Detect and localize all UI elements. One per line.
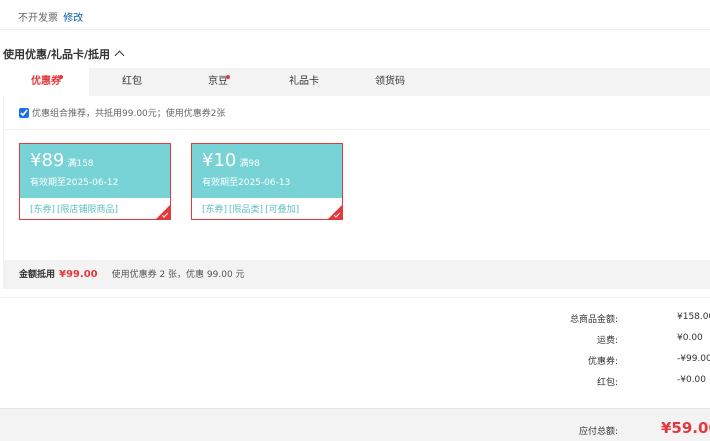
tab-label: 礼品卡 — [289, 76, 319, 87]
coupon-tags: [东券] [限店铺限商品] — [20, 198, 170, 215]
total-row-red-packet: 红包: -¥0.00 — [0, 375, 710, 395]
coupon-tag: [东券] — [30, 205, 56, 215]
tab-jd-beans[interactable]: 京豆 — [175, 68, 261, 96]
coupon-tag: [东券] — [202, 205, 228, 215]
coupon-amount: ¥89 — [30, 150, 65, 171]
discount-tabs: 优惠券 红包 京豆 礼品卡 领货码 — [3, 68, 710, 96]
coupon-header: ¥89 满158 有效期至2025-06-12 — [20, 144, 170, 198]
section-title: 使用优惠/礼品卡/抵用 — [3, 48, 111, 61]
coupon-header: ¥10 满98 有效期至2025-06-13 — [192, 144, 342, 198]
tab-gift-card[interactable]: 礼品卡 — [261, 68, 347, 96]
divider — [0, 29, 710, 30]
tab-label: 领货码 — [375, 76, 405, 87]
tab-coupons[interactable]: 优惠券 — [3, 68, 89, 96]
discount-section-toggle[interactable]: 使用优惠/礼品卡/抵用 — [3, 46, 125, 62]
total-label: 红包: — [596, 378, 618, 388]
total-label: 优惠券: — [587, 357, 618, 367]
divider — [4, 129, 710, 130]
coupon-valid-date: 有效期至2025-06-13 — [202, 178, 291, 188]
tab-label: 优惠券 — [31, 76, 61, 87]
coupon-tag: [限店铺限商品] — [57, 205, 119, 215]
coupon-condition: 满98 — [239, 159, 260, 169]
coupon-amount: ¥10 — [202, 150, 237, 171]
payable-label: 应付总额: — [578, 427, 618, 437]
summary-amount: ¥99.00 — [59, 269, 98, 280]
summary-label: 金额抵用 — [19, 270, 56, 280]
tab-redeem-code[interactable]: 领货码 — [347, 68, 433, 96]
divider — [0, 297, 710, 298]
tab-label: 京豆 — [208, 76, 228, 87]
total-value: ¥0.00 — [677, 333, 703, 343]
total-row-coupon: 优惠券: -¥99.00 — [0, 354, 710, 374]
coupon-condition: 满158 — [67, 159, 94, 169]
new-dot-icon — [59, 75, 63, 79]
coupon-tags: [东券] [限品类] [可叠加] — [192, 198, 342, 215]
combo-recommend[interactable]: 优惠组合推荐，共抵用99.00元；使用优惠券2张 — [19, 106, 226, 119]
new-dot-icon — [226, 75, 230, 79]
payable-amount: ¥59.00 — [661, 419, 710, 437]
total-label: 运费: — [596, 336, 618, 346]
discount-summary: 金额抵用 ¥99.00 使用优惠券 2 张，优惠 99.00 元 — [4, 260, 710, 289]
coupon-card[interactable]: ¥10 满98 有效期至2025-06-13 [东券] [限品类] [可叠加] — [191, 143, 343, 220]
total-value: ¥158.00 — [677, 312, 710, 322]
tab-red-packet[interactable]: 红包 — [89, 68, 175, 96]
invoice-edit-link[interactable]: 修改 — [63, 13, 83, 24]
combo-text: 优惠组合推荐，共抵用99.00元；使用优惠券2张 — [32, 109, 226, 119]
total-row-shipping: 运费: ¥0.00 — [0, 333, 710, 353]
coupon-tag: [可叠加] — [265, 205, 300, 215]
total-value: -¥0.00 — [677, 375, 707, 385]
coupon-valid-date: 有效期至2025-06-12 — [30, 178, 119, 188]
coupon-tag: [限品类] — [229, 205, 264, 215]
combo-checkbox[interactable] — [19, 107, 29, 118]
tab-label: 红包 — [122, 76, 142, 87]
payable-bar: 应付总额: ¥59.00 — [0, 408, 710, 441]
total-value: -¥99.00 — [677, 354, 710, 364]
chevron-up-icon — [114, 50, 125, 61]
invoice-row: 不开发票 修改 — [18, 9, 83, 24]
invoice-status: 不开发票 — [18, 13, 58, 24]
coupon-panel: 优惠组合推荐，共抵用99.00元；使用优惠券2张 ¥89 满158 有效期至202… — [3, 96, 710, 289]
summary-desc: 使用优惠券 2 张，优惠 99.00 元 — [111, 270, 245, 280]
total-label: 总商品金额: — [569, 315, 618, 325]
total-row-goods: 总商品金额: ¥158.00 — [0, 312, 710, 332]
coupon-card[interactable]: ¥89 满158 有效期至2025-06-12 [东券] [限店铺限商品] — [19, 143, 171, 220]
